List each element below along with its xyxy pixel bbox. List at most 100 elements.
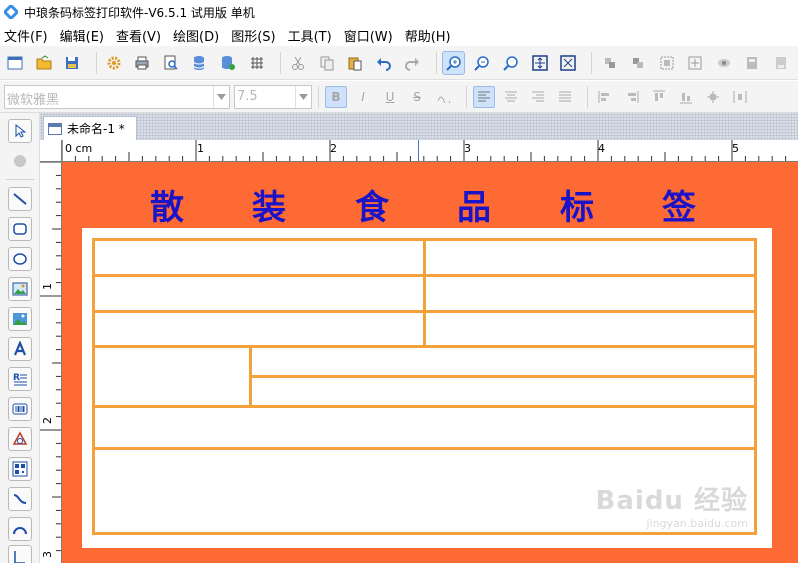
print-button[interactable] <box>131 51 154 75</box>
table-row-line[interactable] <box>250 375 757 378</box>
ungroup-button[interactable] <box>655 51 678 75</box>
design-canvas[interactable]: 散 装 食 品 标 签 Baidu 经验 jingyan.baidu.com <box>62 162 798 563</box>
properties-button[interactable] <box>770 51 793 75</box>
menu-tools[interactable]: 工具(T) <box>288 26 332 45</box>
pan-tool-button[interactable] <box>8 149 32 173</box>
fit-width-button[interactable] <box>557 51 580 75</box>
table-row-line[interactable] <box>92 405 757 408</box>
text-tool-button[interactable] <box>8 337 32 361</box>
toolbar-separator <box>6 179 34 180</box>
align-center-button[interactable] <box>500 86 522 108</box>
font-family-select[interactable]: 微软雅黑 <box>4 84 230 109</box>
rich-text-tool-button[interactable]: R <box>8 367 32 391</box>
qrcode-tool-button[interactable] <box>8 457 32 481</box>
curve-tool-button[interactable] <box>8 487 32 511</box>
center-objects-button[interactable] <box>702 86 724 108</box>
rounded-rect-tool-button[interactable] <box>8 217 32 241</box>
table-column-line[interactable] <box>249 345 252 408</box>
baidu-watermark: Baidu 经验 jingyan.baidu.com <box>596 480 748 530</box>
menu-draw[interactable]: 绘图(D) <box>173 26 219 45</box>
fit-page-icon <box>531 54 548 71</box>
new-document-button[interactable] <box>4 51 27 75</box>
drawing-toolbar: R <box>0 113 40 563</box>
label-title-char-3[interactable]: 食 <box>355 180 389 229</box>
align-button[interactable] <box>598 51 621 75</box>
menu-view[interactable]: 查看(V) <box>116 26 161 45</box>
font-size-select[interactable]: 7.5 <box>234 84 312 109</box>
landscape-icon <box>13 313 27 325</box>
cut-button[interactable] <box>287 51 310 75</box>
distribute-button[interactable] <box>729 86 751 108</box>
align-objects-bottom-button[interactable] <box>675 86 697 108</box>
label-title-char-5[interactable]: 标 <box>560 180 594 229</box>
paste-button[interactable] <box>344 51 367 75</box>
label-table-area[interactable]: Baidu 经验 jingyan.baidu.com <box>82 228 772 548</box>
settings-button[interactable] <box>103 51 126 75</box>
table-column-line[interactable] <box>423 238 426 348</box>
zoom-button[interactable] <box>500 51 523 75</box>
zoom-in-button[interactable] <box>442 50 466 75</box>
arc-tool-button[interactable] <box>8 517 32 541</box>
align-objects-top-icon <box>653 90 665 101</box>
label-title-char-4[interactable]: 品 <box>457 180 491 229</box>
menu-help[interactable]: 帮助(H) <box>405 26 451 45</box>
ellipse-icon <box>13 253 27 265</box>
open-button[interactable] <box>33 51 56 75</box>
label-title-char-6[interactable]: 签 <box>662 180 696 229</box>
align-objects-top-button[interactable] <box>648 86 670 108</box>
select-tool-button[interactable] <box>8 119 32 143</box>
font-size-value: 7.5 <box>237 88 258 104</box>
align-right-button[interactable] <box>527 86 549 108</box>
ellipse-tool-button[interactable] <box>8 247 32 271</box>
menu-file[interactable]: 文件(F) <box>4 26 48 45</box>
group-button[interactable] <box>627 51 650 75</box>
redo-button[interactable] <box>401 51 424 75</box>
table-row-line[interactable] <box>92 447 757 450</box>
align-objects-right-button[interactable] <box>621 86 643 108</box>
save-button[interactable] <box>61 51 84 75</box>
table-border-bottom[interactable] <box>92 532 757 535</box>
underline-label: U <box>385 89 395 104</box>
ruler-h-mark-2: 2 <box>330 142 337 155</box>
justify-button[interactable] <box>554 86 576 108</box>
barcode-tool-button[interactable] <box>8 397 32 421</box>
italic-button[interactable]: I <box>352 86 374 108</box>
lock-button[interactable] <box>712 51 735 75</box>
align-left-button[interactable] <box>473 85 495 108</box>
menu-window[interactable]: 窗口(W) <box>344 26 393 45</box>
print-preview-button[interactable] <box>160 51 183 75</box>
database-button[interactable] <box>188 51 211 75</box>
label-title-char-1[interactable]: 散 <box>150 180 184 229</box>
tab-untitled-1[interactable]: 未命名-1 * <box>43 116 137 140</box>
polyline-tool-button[interactable] <box>8 545 32 563</box>
bold-button[interactable]: B <box>325 85 347 108</box>
undo-button[interactable] <box>372 51 395 75</box>
fit-page-button[interactable] <box>528 51 551 75</box>
chevron-down-icon[interactable] <box>295 85 311 108</box>
image-insert-tool-button[interactable] <box>8 307 32 331</box>
zoom-out-button[interactable] <box>471 51 494 75</box>
shape-tool-button[interactable] <box>8 427 32 451</box>
menu-shape[interactable]: 图形(S) <box>231 26 275 45</box>
document-icon <box>48 122 62 135</box>
grid-button[interactable] <box>245 51 268 75</box>
line-tool-button[interactable] <box>8 187 32 211</box>
menu-edit[interactable]: 编辑(E) <box>60 26 104 45</box>
underline-button[interactable]: U <box>379 86 401 108</box>
vertical-ruler[interactable]: 1 2 3 <box>40 162 62 563</box>
text-wave-button[interactable] <box>433 86 455 108</box>
horizontal-ruler[interactable]: 0 cm 1 2 3 4 5 <box>62 140 798 162</box>
layer-button[interactable] <box>741 51 764 75</box>
table-border-left[interactable] <box>92 238 95 535</box>
table-border-right[interactable] <box>754 238 757 535</box>
database-settings-button[interactable] <box>217 51 240 75</box>
vertical-ruler-ticks <box>40 162 61 552</box>
ruler-corner <box>40 140 62 162</box>
image-tool-button[interactable] <box>8 277 32 301</box>
label-title-char-2[interactable]: 装 <box>252 180 286 229</box>
chevron-down-icon[interactable] <box>213 85 229 108</box>
copy-button[interactable] <box>315 51 338 75</box>
align-objects-left-button[interactable] <box>594 86 616 108</box>
strikethrough-button[interactable]: S <box>406 86 428 108</box>
arrange-button[interactable] <box>684 51 707 75</box>
